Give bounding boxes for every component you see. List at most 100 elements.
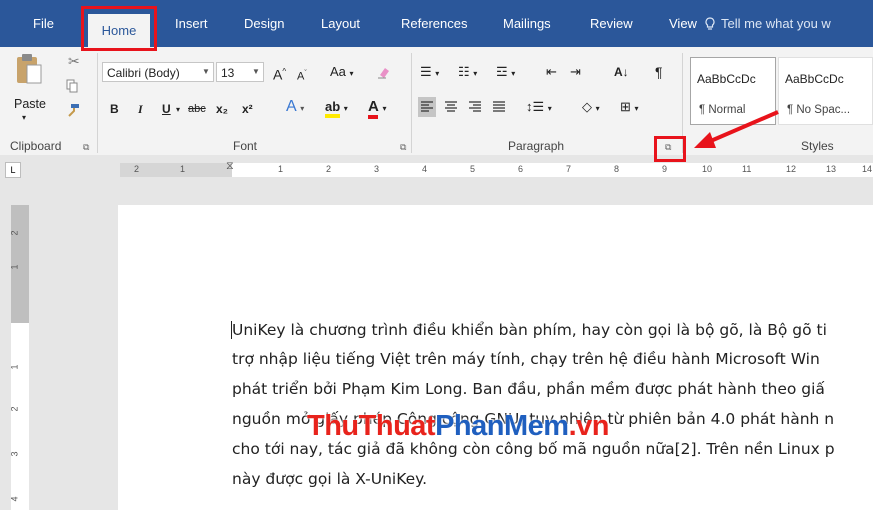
watermark-part-1: ThuThuat [307, 410, 436, 442]
shading-button[interactable]: ◇ ▾ [582, 96, 600, 118]
ruler-tick: 12 [786, 164, 797, 174]
vruler-tick: 1 [9, 264, 20, 270]
ruler-tick: 10 [702, 164, 713, 174]
multilevel-list-button[interactable]: ☲ ▾ [496, 61, 515, 83]
grow-font-button[interactable]: A^ [273, 61, 286, 83]
tell-me-search[interactable]: Tell me what you w [705, 14, 831, 34]
tab-file[interactable]: File [33, 14, 54, 34]
font-color-label: A [368, 98, 379, 119]
styles-group-label: Styles [801, 139, 834, 153]
underline-button[interactable]: U [162, 98, 171, 120]
vruler-tick: 2 [9, 406, 20, 412]
tab-insert[interactable]: Insert [175, 14, 208, 34]
ruler-tick: 2 [326, 164, 332, 174]
subscript-button[interactable]: x₂ [216, 98, 228, 120]
ruler-tick: 7 [566, 164, 572, 174]
strikethrough-button[interactable]: abc [188, 98, 206, 120]
horizontal-ruler[interactable]: 2 1 ⧖ 1 2 3 4 5 6 7 8 9 10 11 12 13 14 [120, 160, 873, 177]
underline-dropdown-icon[interactable]: ▾ [176, 99, 180, 121]
paste-label[interactable]: Paste [14, 93, 46, 115]
ruler-tick: 1 [180, 164, 186, 174]
line-spacing-button[interactable]: ↕☰ ▾ [526, 96, 552, 118]
paste-dropdown-icon[interactable]: ▾ [22, 107, 26, 129]
home-tab-highlight [81, 6, 157, 51]
tab-design[interactable]: Design [244, 14, 284, 34]
clipboard-launcher-icon[interactable]: ⧉ [83, 142, 93, 152]
divider [411, 53, 412, 153]
superscript-button[interactable]: x² [242, 98, 253, 120]
cut-icon[interactable]: ✂ [68, 53, 80, 70]
watermark-part-2: PhanMem [435, 410, 569, 442]
tab-view[interactable]: View [669, 14, 697, 34]
font-size-box[interactable]: 13 ▼ [216, 62, 264, 82]
align-right-button[interactable] [466, 97, 484, 117]
italic-button[interactable]: I [138, 98, 143, 120]
justify-button[interactable] [490, 97, 508, 117]
document-line[interactable]: phát triển bởi Phạm Kim Long. Ban đầu, p… [232, 380, 825, 398]
tab-references[interactable]: References [401, 14, 467, 34]
ruler-tick: 11 [742, 164, 752, 174]
vruler-tick: 3 [9, 451, 20, 457]
ruler-tick: 5 [470, 164, 476, 174]
bold-button[interactable]: B [110, 98, 119, 120]
ruler-tick: 1 [278, 164, 284, 174]
align-right-icon [469, 101, 481, 112]
copy-icon[interactable] [66, 79, 78, 93]
show-marks-button[interactable]: ¶ [655, 61, 663, 83]
shrink-font-button[interactable]: Aˇ [297, 63, 307, 85]
clipboard-paste-icon [17, 54, 42, 84]
text-effects-button[interactable]: A ▾ [286, 96, 304, 118]
tab-layout[interactable]: Layout [321, 14, 360, 34]
document-line[interactable]: trợ nhập liệu tiếng Việt trên máy tính, … [232, 350, 820, 368]
vruler-tick: 2 [9, 230, 20, 236]
bullets-button[interactable]: ☰ ▾ [420, 61, 439, 83]
font-name-value: Calibri (Body) [107, 66, 180, 80]
increase-indent-button[interactable]: ⇥ [570, 61, 581, 83]
watermark-part-3: .vn [568, 410, 610, 442]
vruler-tick: 1 [9, 364, 20, 370]
change-case-label: Aa [330, 64, 346, 79]
ruler-tick: 3 [374, 164, 380, 174]
font-launcher-icon[interactable]: ⧉ [400, 142, 410, 152]
clipboard-group-label: Clipboard [10, 139, 62, 153]
align-center-icon [445, 101, 457, 112]
indent-marker-icon[interactable]: ⧖ [226, 160, 234, 173]
divider [97, 53, 98, 153]
ruler-tick: 2 [134, 164, 140, 174]
chevron-down-icon[interactable]: ▼ [249, 63, 263, 81]
format-painter-icon[interactable] [66, 103, 80, 117]
decrease-indent-button[interactable]: ⇤ [546, 61, 557, 83]
lightbulb-icon [705, 17, 715, 30]
highlight-button[interactable]: ab ▾ [325, 96, 348, 118]
ruler-tick: 6 [518, 164, 524, 174]
font-group-label: Font [233, 139, 258, 153]
ruler-tick: 13 [826, 164, 837, 174]
watermark-logo: ThuThuatPhanMem.vn [307, 410, 609, 443]
ruler-tick: 14 [862, 164, 873, 174]
change-case-button[interactable]: Aa ▾ [330, 61, 354, 83]
paste-button[interactable] [14, 51, 44, 91]
document-line[interactable]: UniKey là chương trình điều khiển bàn ph… [232, 321, 827, 339]
red-arrow-icon [694, 110, 779, 148]
align-left-icon [421, 101, 433, 112]
style-no-spacing-name: ¶ No Spac... [787, 104, 851, 116]
font-color-button[interactable]: A ▾ [368, 96, 386, 119]
clear-formatting-icon[interactable] [376, 65, 392, 79]
tab-selector[interactable]: L [5, 162, 21, 178]
highlight-label: ab [325, 99, 341, 118]
font-size-value: 13 [221, 66, 235, 80]
borders-button[interactable]: ⊞ ▾ [620, 96, 639, 118]
document-line[interactable]: này được gọi là X-UniKey. [232, 470, 427, 488]
chevron-down-icon[interactable]: ▼ [199, 63, 213, 81]
paragraph-launcher-highlight [654, 136, 686, 162]
tab-review[interactable]: Review [590, 14, 633, 34]
align-center-button[interactable] [442, 97, 460, 117]
vruler-tick: 4 [9, 496, 20, 502]
align-left-button[interactable] [418, 97, 436, 117]
tell-me-text: Tell me what you w [721, 16, 831, 31]
tab-mailings[interactable]: Mailings [503, 14, 551, 34]
numbering-button[interactable]: ☷ ▾ [458, 61, 477, 83]
font-name-box[interactable]: Calibri (Body) ▼ [102, 62, 214, 82]
style-no-spacing[interactable]: AaBbCcDc ¶ No Spac... [778, 57, 873, 125]
sort-button[interactable]: A↓ [614, 61, 629, 83]
